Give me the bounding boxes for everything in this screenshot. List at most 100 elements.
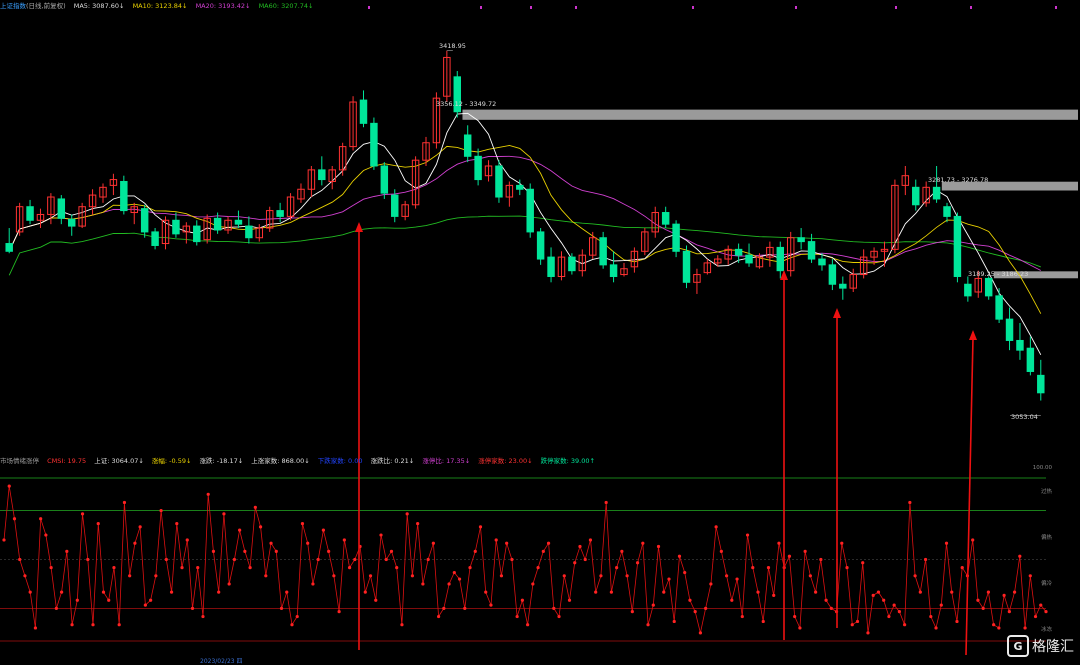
sentiment-point <box>101 590 106 594</box>
candle-body <box>463 134 472 157</box>
candle-body <box>516 184 524 190</box>
sentiment-point <box>169 590 174 594</box>
candle <box>641 228 649 256</box>
candle-body <box>57 198 66 219</box>
ma5-line <box>8 112 1042 356</box>
sentiment-point <box>1023 626 1027 630</box>
sentiment-point <box>541 549 545 553</box>
sentiment-point <box>573 561 577 565</box>
sentiment-point <box>295 614 299 619</box>
candle <box>766 241 774 267</box>
candle <box>286 193 295 221</box>
sentiment-point <box>735 577 739 581</box>
ma10-path <box>8 145 1042 314</box>
sentiment-point <box>882 598 886 602</box>
sentiment-point <box>164 557 168 562</box>
sentiment-point <box>33 626 38 630</box>
candle <box>1005 307 1014 351</box>
sentiment-point <box>243 549 247 553</box>
ma5-path <box>8 112 1042 356</box>
candle <box>109 173 118 196</box>
candle <box>859 249 868 279</box>
candle <box>380 162 389 199</box>
sentiment-point <box>484 590 488 594</box>
sentiment-point <box>1007 610 1011 614</box>
sentiment-point <box>54 606 58 611</box>
zone2-label: 3281.73 - 3276.78 <box>928 176 989 184</box>
sentiment-point <box>992 623 996 627</box>
sentiment-point <box>609 590 613 594</box>
candle <box>36 208 45 229</box>
sub-legend: 市场情绪涨停 CMSI: 19.75 上证: 3064.07↓ 涨幅: -0.5… <box>0 455 601 467</box>
sentiment-point <box>206 492 210 496</box>
sentiment-point <box>599 574 603 578</box>
sentiment-point <box>724 574 729 578</box>
sentiment-point <box>819 557 823 562</box>
sentiment-point <box>562 574 566 578</box>
candle-body <box>140 208 149 233</box>
sentiment-point <box>756 590 760 594</box>
sentiment-point <box>59 590 64 594</box>
sentiment-point <box>405 512 409 516</box>
top-tick-marker <box>795 6 797 9</box>
sentiment-point <box>646 623 650 627</box>
price-zone <box>462 109 1079 120</box>
sentiment-point <box>463 606 467 611</box>
candle <box>193 220 201 246</box>
candle <box>245 216 253 244</box>
sentiment-point <box>185 538 189 542</box>
candle <box>568 253 576 275</box>
sentiment-point <box>997 626 1001 630</box>
cmsi-value: CMSI: 19.75 <box>47 457 87 465</box>
chart-canvas <box>0 6 1079 656</box>
sentiment-point <box>122 500 127 505</box>
candle <box>224 216 232 234</box>
zone1-label: 3356.12 - 3349.72 <box>436 100 497 108</box>
sentiment-point <box>337 610 341 614</box>
sentiment-point <box>635 561 640 565</box>
sentiment-point <box>49 566 53 570</box>
sentiment-point <box>824 598 828 602</box>
top-tick-marker <box>368 6 370 9</box>
sentiment-point <box>866 631 870 635</box>
sentiment-point <box>745 533 750 537</box>
sentiment-point <box>175 522 179 526</box>
sentiment-point <box>353 557 357 562</box>
sub-title[interactable]: 市场情绪涨停 <box>0 457 39 465</box>
sentiment-point <box>410 574 415 578</box>
sentiment-point <box>552 606 556 611</box>
sentiment-point <box>347 566 352 570</box>
sentiment-point <box>117 623 121 627</box>
sentiment-point <box>871 593 875 597</box>
sub-axis-freeze: 冰冻 <box>1040 627 1052 633</box>
candle <box>797 228 805 250</box>
sentiment-point <box>1012 590 1017 594</box>
candle <box>703 259 712 275</box>
sentiment-point <box>808 574 812 578</box>
signal-arrow-head <box>969 330 977 340</box>
sentiment-point <box>1002 593 1006 597</box>
index-title[interactable]: 上证指数 <box>0 2 26 10</box>
candle <box>588 231 597 260</box>
candle <box>1026 336 1035 376</box>
sentiment-point <box>515 614 519 619</box>
candle-body <box>672 223 680 252</box>
sentiment-point <box>300 522 305 526</box>
sentiment-point <box>913 574 917 578</box>
sentiment-point <box>80 512 85 516</box>
candle <box>349 96 357 151</box>
candle-body <box>984 277 993 297</box>
sentiment-point <box>662 590 666 594</box>
arrows-layer <box>355 222 977 656</box>
sentiment-point <box>986 590 991 594</box>
sentiment-point <box>793 614 797 619</box>
ma10-line <box>8 145 1042 314</box>
sentiment-point <box>620 549 624 553</box>
sentiment-point <box>855 619 860 624</box>
ma20-label: MA20: 3193.42↓ <box>195 2 251 10</box>
candle <box>370 117 378 170</box>
candle-body <box>359 99 368 124</box>
candle-body <box>318 169 326 181</box>
candle <box>140 204 149 238</box>
sentiment-point <box>829 606 833 611</box>
